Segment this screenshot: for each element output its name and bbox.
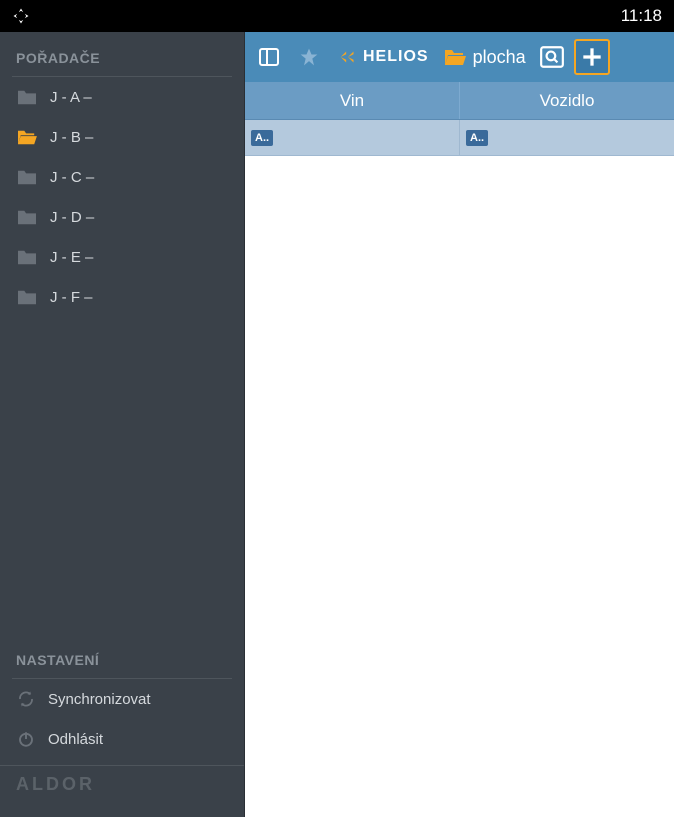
cell-badge: A.. xyxy=(251,130,273,146)
table-header-vin[interactable]: Vin xyxy=(245,82,460,119)
sidebar-item-folder-b[interactable]: J - B – xyxy=(0,117,244,157)
table-header: Vin Vozidlo xyxy=(245,82,674,120)
helios-logo-icon xyxy=(337,46,359,68)
panel-toggle-button[interactable] xyxy=(251,39,287,75)
folder-icon xyxy=(16,288,38,306)
sidebar-item-label: J - D – xyxy=(50,209,94,226)
cell-badge: A.. xyxy=(466,130,488,146)
logo-text: HELIOS xyxy=(363,48,429,66)
breadcrumb[interactable]: plocha xyxy=(439,47,530,68)
status-time: 11:18 xyxy=(621,6,662,26)
folder-open-icon xyxy=(16,128,38,146)
table-header-vozidlo[interactable]: Vozidlo xyxy=(460,82,674,119)
sidebar-item-label: J - F – xyxy=(50,289,93,306)
pin-button[interactable] xyxy=(291,39,327,75)
folder-icon xyxy=(16,208,38,226)
table-body: A.. A.. xyxy=(245,120,674,817)
sidebar-folder-list: J - A – J - B – J - C – J - D – J - E – … xyxy=(0,77,244,317)
logout-label: Odhlásit xyxy=(48,731,103,748)
sync-icon xyxy=(16,689,36,709)
sidebar-folders-header: POŘADAČE xyxy=(0,32,244,76)
folder-icon xyxy=(16,168,38,186)
panel-icon xyxy=(257,45,281,69)
sidebar-item-label: J - C – xyxy=(50,169,94,186)
table-cell-vozidlo: A.. xyxy=(460,120,674,155)
sidebar-item-folder-f[interactable]: J - F – xyxy=(0,277,244,317)
folder-open-icon xyxy=(443,47,467,67)
sync-label: Synchronizovat xyxy=(48,691,151,708)
folder-icon xyxy=(16,88,38,106)
sync-button[interactable]: Synchronizovat xyxy=(0,679,244,719)
status-icon xyxy=(12,7,30,25)
brand-footer: ALDOR xyxy=(0,765,244,809)
content-area: HELIOS plocha Vin Vozidlo A.. xyxy=(245,32,674,817)
sidebar-item-label: J - B – xyxy=(50,129,93,146)
status-left xyxy=(12,7,30,25)
sidebar-item-folder-a[interactable]: J - A – xyxy=(0,77,244,117)
plus-icon xyxy=(579,44,605,70)
sidebar-item-label: J - E – xyxy=(50,249,93,266)
sidebar-settings-header: NASTAVENÍ xyxy=(0,634,244,678)
sidebar-item-folder-e[interactable]: J - E – xyxy=(0,237,244,277)
toolbar-logo: HELIOS xyxy=(331,46,435,68)
table-cell-vin: A.. xyxy=(245,120,460,155)
sidebar-item-folder-d[interactable]: J - D – xyxy=(0,197,244,237)
status-bar: 11:18 xyxy=(0,0,674,32)
sidebar-item-label: J - A – xyxy=(50,89,92,106)
power-icon xyxy=(16,729,36,749)
breadcrumb-label: plocha xyxy=(473,47,526,68)
search-icon xyxy=(539,44,565,70)
folder-icon xyxy=(16,248,38,266)
sidebar: POŘADAČE J - A – J - B – J - C – J - D –… xyxy=(0,32,245,817)
toolbar: HELIOS plocha xyxy=(245,32,674,82)
logout-button[interactable]: Odhlásit xyxy=(0,719,244,759)
search-button[interactable] xyxy=(534,39,570,75)
sidebar-bottom: NASTAVENÍ Synchronizovat Odhlásit ALDOR xyxy=(0,634,244,817)
pin-icon xyxy=(299,47,319,67)
add-button[interactable] xyxy=(574,39,610,75)
table-row[interactable]: A.. A.. xyxy=(245,120,674,156)
sidebar-item-folder-c[interactable]: J - C – xyxy=(0,157,244,197)
